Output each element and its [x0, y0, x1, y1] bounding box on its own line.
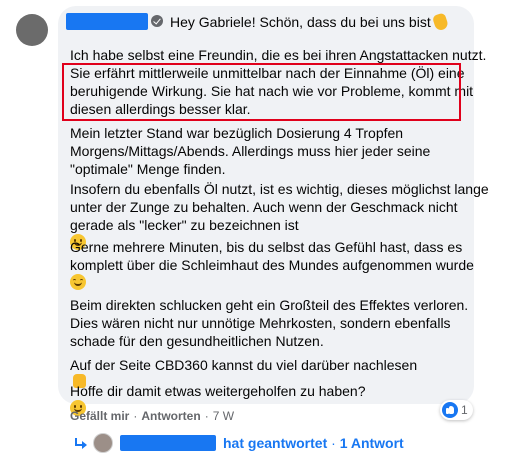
commenter-avatar[interactable] [16, 14, 48, 46]
reaction-count: 1 [461, 403, 468, 417]
comment-paragraph-1: Ich habe selbst eine Freundin, die es be… [70, 47, 487, 117]
comment-timestamp[interactable]: 7 W [213, 409, 234, 423]
like-button[interactable]: Gefällt mir [70, 409, 129, 423]
comment-greeting: Hey Gabriele! Schön, dass du bei uns bis… [170, 12, 449, 32]
reply-button[interactable]: Antworten [141, 409, 200, 423]
blushing-face-icon [70, 274, 86, 290]
verified-badge-icon [151, 15, 163, 27]
actions-separator: · [204, 409, 209, 423]
view-replies-link[interactable]: hat geantwortet · 1 Antwort [74, 433, 404, 453]
actions-separator: · [133, 409, 138, 423]
like-icon [442, 402, 458, 418]
reaction-summary[interactable]: 1 [440, 400, 473, 420]
comment-paragraph-4: Gerne mehrere Minuten, bis du selbst das… [70, 238, 474, 290]
waving-hand-icon [431, 12, 449, 32]
replies-summary[interactable]: hat geantwortet · 1 Antwort [223, 435, 404, 451]
comment-paragraph-2: Mein letzter Stand war bezüglich Dosieru… [70, 125, 431, 177]
comment-actions: Gefällt mir · Antworten · 7 W [70, 409, 234, 423]
commenter-name-redacted[interactable] [66, 13, 148, 30]
reply-avatar [93, 433, 113, 453]
replier-name-redacted [120, 435, 216, 451]
reply-arrow-icon [74, 438, 87, 449]
comment-paragraph-5: Beim direkten schlucken geht ein Großtei… [70, 297, 469, 349]
